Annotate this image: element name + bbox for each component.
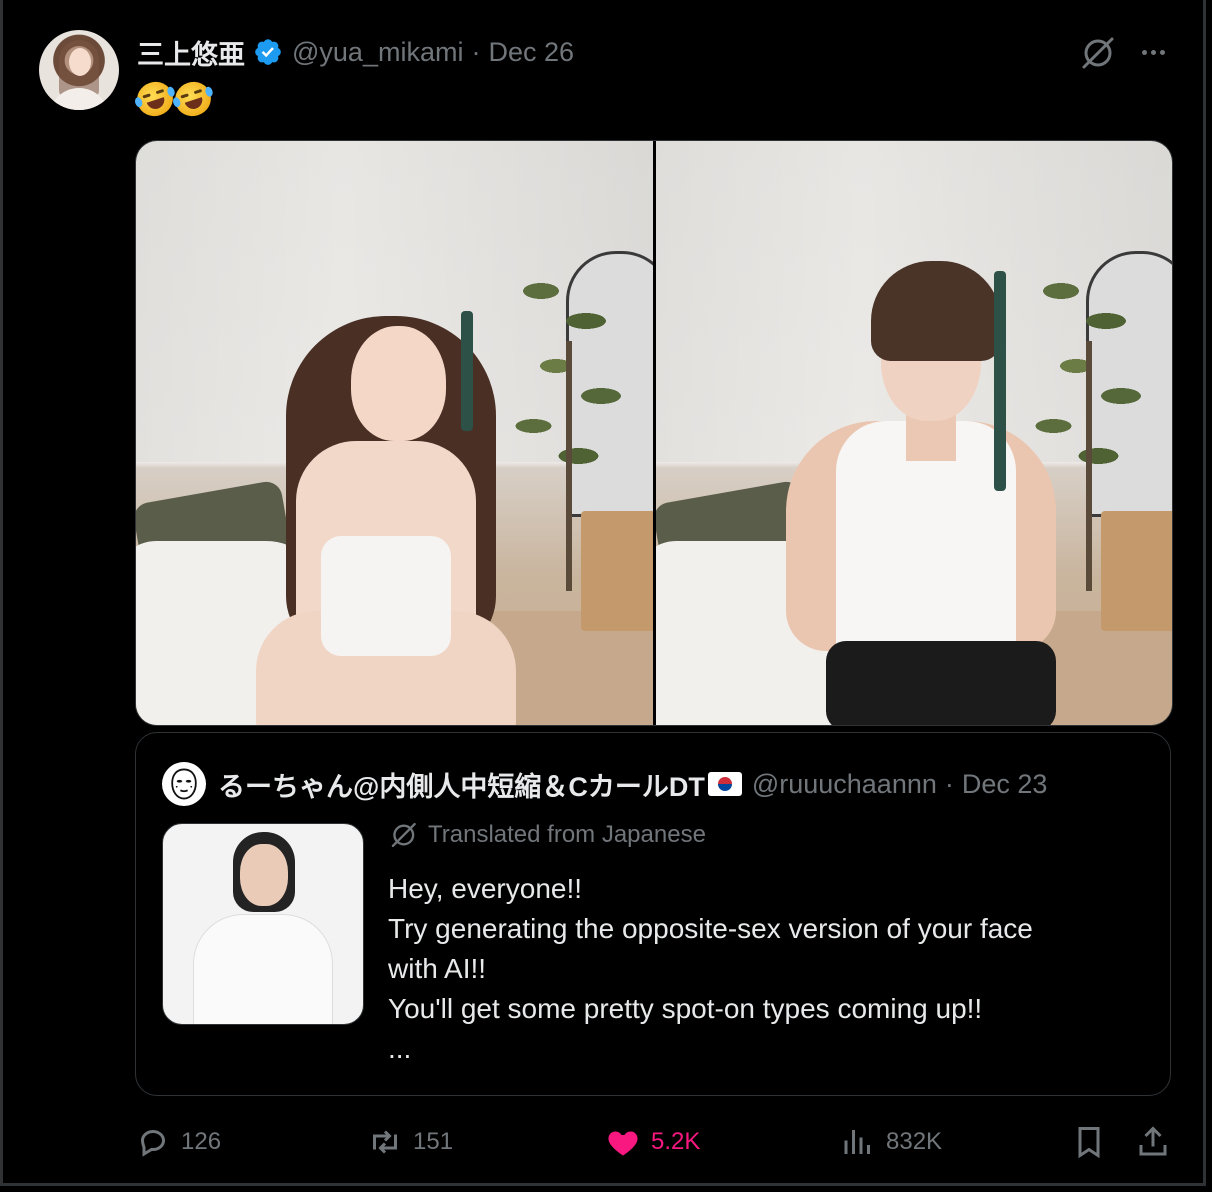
quoted-post-text: Hey, everyone!! Try generating the oppos…	[388, 869, 1148, 1069]
photo-original[interactable]	[136, 141, 653, 725]
face-mask-icon[interactable]	[162, 762, 206, 806]
quoted-line: with AI!!	[388, 953, 487, 984]
post-date[interactable]: Dec 26	[488, 37, 574, 68]
more-icon[interactable]	[1135, 38, 1171, 66]
bookmark-icon	[1078, 1127, 1100, 1159]
rofl-emoji	[170, 77, 216, 121]
like-button[interactable]: 5.2K	[605, 1120, 700, 1164]
author-handle[interactable]: @yua_mikami	[292, 37, 463, 68]
quoted-post[interactable]: るーちゃん@内側人中短縮＆CカールDT @ruuuchaannn · Dec 2…	[135, 732, 1171, 1096]
korea-flag-icon	[707, 772, 742, 796]
views-count: 832K	[886, 1128, 943, 1155]
quoted-line: ...	[388, 1033, 412, 1064]
like-icon	[608, 1131, 638, 1156]
share-icon	[1139, 1126, 1167, 1156]
like-count: 5.2K	[651, 1128, 701, 1155]
post-header: 三上悠亜 @yua_mikami · Dec 26	[137, 33, 574, 71]
quoted-post-header: るーちゃん@内側人中短縮＆CカールDT @ruuuchaannn · Dec 2…	[162, 762, 1048, 806]
quoted-post-thumbnail[interactable]	[162, 823, 364, 1025]
media-grid	[135, 140, 1173, 726]
quoted-author-name[interactable]: るーちゃん@内側人中短縮＆CカールDT	[218, 765, 705, 804]
quoted-line: Try generating the opposite-sex version …	[388, 913, 1033, 944]
reply-count: 126	[181, 1128, 222, 1155]
repost-count: 151	[413, 1128, 454, 1155]
author-name[interactable]: 三上悠亜	[137, 33, 245, 72]
quoted-line: Hey, everyone!!	[388, 873, 583, 904]
grok-icon[interactable]	[1078, 35, 1116, 71]
reply-icon	[140, 1129, 166, 1157]
share-button[interactable]	[1135, 1120, 1171, 1164]
separator-dot: ·	[471, 36, 481, 67]
rofl-emoji	[132, 77, 178, 121]
verified-badge-icon[interactable]	[253, 37, 283, 67]
translated-text: Translated from Japanese	[428, 821, 706, 848]
views-icon	[844, 1130, 870, 1154]
bookmark-button[interactable]	[1071, 1120, 1107, 1164]
author-avatar[interactable]	[39, 30, 119, 110]
translate-icon	[391, 822, 416, 848]
repost-button[interactable]: 151	[367, 1120, 453, 1164]
translated-label: Translated from Japanese	[388, 821, 706, 849]
photo-ai-generated[interactable]	[655, 141, 1172, 725]
repost-icon	[373, 1130, 397, 1154]
reply-button[interactable]: 126	[135, 1120, 221, 1164]
quoted-author-handle[interactable]: @ruuuchaannn	[752, 769, 937, 800]
separator-dot: ·	[944, 768, 954, 799]
views-button[interactable]: 832K	[840, 1120, 942, 1164]
quoted-post-date[interactable]: Dec 23	[962, 769, 1048, 800]
action-bar: 126 151 5.2K 832K	[135, 1120, 1175, 1164]
quoted-line: You'll get some pretty spot-on types com…	[388, 993, 983, 1024]
post-text	[132, 77, 216, 121]
